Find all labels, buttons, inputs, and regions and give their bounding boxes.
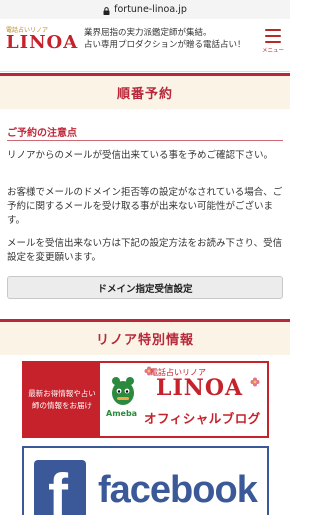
- domain-setting-button[interactable]: ドメイン指定受信設定: [7, 276, 283, 299]
- url-text: fortune-linoa.jp: [114, 4, 187, 15]
- logo-wordmark: LINOA: [6, 32, 79, 53]
- reservation-section-header: 順番予約: [0, 73, 290, 109]
- tagline-line-2: 占い専用プロダクションが贈る電話占い！: [84, 40, 246, 50]
- lock-icon: [103, 6, 110, 15]
- linoa-logo[interactable]: 電話占いリノア LINOA: [4, 25, 79, 53]
- note-paragraph-2: お客様でメールのドメイン拒否等の設定がなされている場合、ご予約に関するメールを受…: [7, 187, 283, 226]
- special-heading: リノア特別情報: [95, 333, 194, 348]
- ameba-label: Ameba: [106, 409, 138, 418]
- note-paragraph-3: メールを受信出来ない方は下記の設定方法をお読み下さり、受信設定を変更願います。: [7, 238, 283, 263]
- facebook-banner[interactable]: f facebook: [22, 446, 269, 515]
- facebook-icon: f: [34, 460, 86, 515]
- note-title: ご予約の注意点: [7, 128, 77, 139]
- blog-banner-artwork: Ameba 電話占いリノア LINOA オフィシャルブログ: [100, 363, 267, 436]
- blog-title: オフィシャルブログ: [144, 411, 261, 426]
- ameba-mascot-icon: [112, 377, 134, 405]
- hamburger-icon: [265, 29, 281, 43]
- browser-url-bar[interactable]: fortune-linoa.jp: [0, 0, 290, 19]
- special-section-header: リノア特別情報: [0, 319, 290, 355]
- official-blog-banner[interactable]: 最新お得情報や占い師の情報をお届け Ameba 電話占いリノア LINOA オフ…: [22, 361, 269, 438]
- note-divider: [7, 140, 283, 141]
- menu-button[interactable]: メニュー: [258, 27, 288, 57]
- flower-icon: [250, 377, 260, 387]
- blog-logo: LINOA: [156, 375, 244, 401]
- note-paragraph-1: リノアからのメールが受信出来ている事を予めご確認下さい。: [7, 150, 274, 161]
- tagline-line-1: 業界屈指の実力派鑑定師が集結。: [84, 28, 212, 38]
- menu-label: メニュー: [261, 48, 284, 54]
- site-header: 電話占いリノア LINOA 業界屈指の実力派鑑定師が集結。 占い専用プロダクショ…: [0, 19, 290, 72]
- reservation-heading: 順番予約: [116, 87, 173, 102]
- header-tagline: 業界屈指の実力派鑑定師が集結。 占い専用プロダクションが贈る電話占い！: [84, 27, 254, 51]
- facebook-wordmark: facebook: [98, 469, 258, 511]
- blog-banner-caption: 最新お得情報や占い師の情報をお届け: [24, 363, 100, 436]
